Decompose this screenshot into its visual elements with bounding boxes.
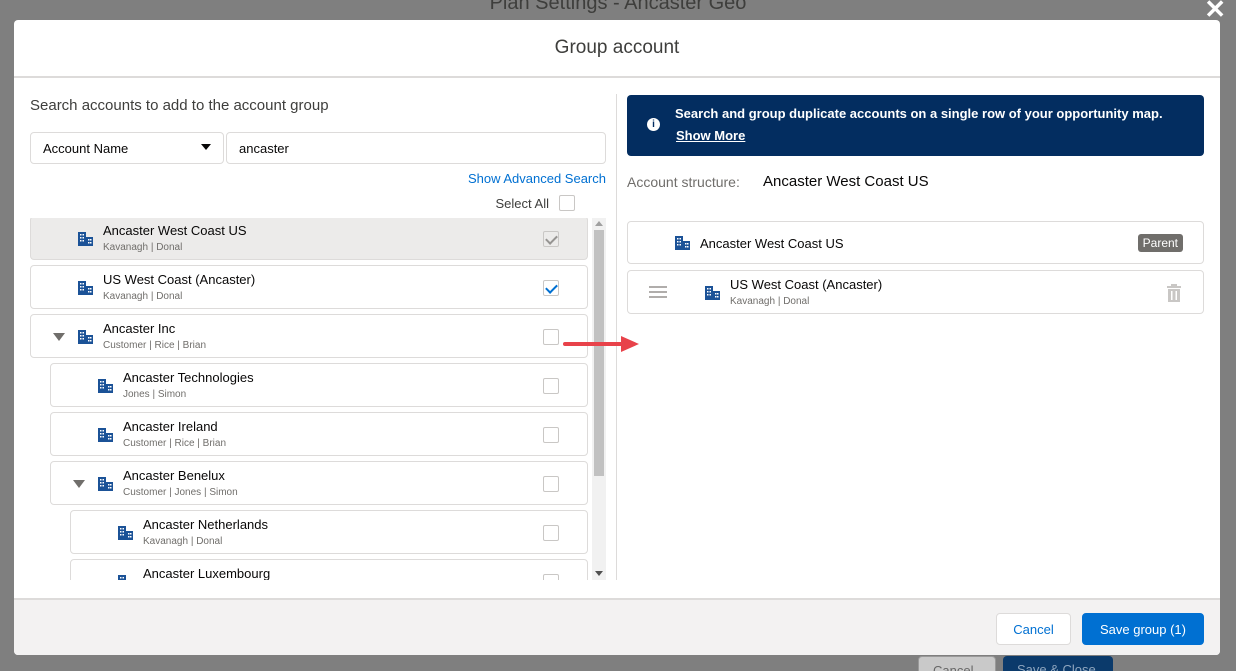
info-banner: i Search and group duplicate accounts on… xyxy=(627,95,1204,156)
account-structure-value: Ancaster West Coast US xyxy=(763,173,929,190)
account-result-row[interactable]: US West Coast (Ancaster) Kavanagh | Donal xyxy=(30,265,588,309)
scroll-up-arrow[interactable] xyxy=(595,221,603,226)
search-input[interactable] xyxy=(226,132,606,164)
parent-account-row: Ancaster West Coast US Parent xyxy=(627,221,1204,264)
parent-badge: Parent xyxy=(1137,234,1183,252)
background-cancel-button: Cancel xyxy=(918,656,996,671)
show-more-link[interactable]: Show More xyxy=(676,128,745,143)
group-panel: i Search and group duplicate accounts on… xyxy=(627,78,1204,598)
drag-handle-icon[interactable] xyxy=(649,286,667,299)
save-group-button[interactable]: Save group (1) xyxy=(1082,613,1204,645)
account-result-row[interactable]: Ancaster Ireland Customer | Rice | Brian xyxy=(50,412,588,456)
account-name: Ancaster Inc xyxy=(103,321,176,336)
child-account-owner: Kavanagh | Donal xyxy=(730,296,810,307)
account-name: Ancaster Technologies xyxy=(123,370,254,385)
account-result-row[interactable]: Ancaster Netherlands Kavanagh | Donal xyxy=(70,510,588,554)
account-name: Ancaster Ireland xyxy=(123,419,218,434)
account-result-row[interactable]: Ancaster West Coast US Kavanagh | Donal xyxy=(30,218,588,260)
building-icon xyxy=(78,330,93,344)
modal-title: Group account xyxy=(554,37,680,58)
account-result-row[interactable]: Ancaster Inc Customer | Rice | Brian xyxy=(30,314,588,358)
account-name: Ancaster Benelux xyxy=(123,468,225,483)
building-icon xyxy=(78,281,93,295)
account-result-row[interactable]: Ancaster Luxembourg xyxy=(70,559,588,580)
expand-toggle-icon[interactable] xyxy=(53,333,65,341)
search-panel-title: Search accounts to add to the account gr… xyxy=(30,97,329,114)
account-owner: Kavanagh | Donal xyxy=(103,291,183,302)
search-field-select[interactable]: Account Name xyxy=(30,132,224,164)
account-owner: Kavanagh | Donal xyxy=(103,242,183,253)
account-owner: Customer | Jones | Simon xyxy=(123,487,238,498)
group-account-modal: Group account Search accounts to add to … xyxy=(14,20,1220,655)
account-result-row[interactable]: Ancaster Benelux Customer | Jones | Simon xyxy=(50,461,588,505)
building-icon xyxy=(98,428,113,442)
info-message: Search and group duplicate accounts on a… xyxy=(675,106,1163,121)
account-name: Ancaster Netherlands xyxy=(143,517,269,532)
cancel-button[interactable]: Cancel xyxy=(996,613,1071,645)
chevron-down-icon xyxy=(201,144,211,150)
expand-toggle-icon[interactable] xyxy=(73,480,85,488)
info-icon: i xyxy=(647,118,660,131)
child-account-name: US West Coast (Ancaster) xyxy=(730,277,883,292)
account-structure-label: Account structure: xyxy=(627,174,740,190)
account-result-row[interactable]: Ancaster Technologies Jones | Simon xyxy=(50,363,588,407)
account-checkbox[interactable] xyxy=(543,476,559,492)
account-owner: Customer | Rice | Brian xyxy=(103,340,207,351)
account-owner: Customer | Rice | Brian xyxy=(123,438,227,449)
modal-footer: Cancel Save group (1) xyxy=(14,598,1220,655)
account-checkbox[interactable] xyxy=(543,525,559,541)
background-save-close-button: Save & Close xyxy=(1003,656,1113,671)
background-page-title: Plan Settings - Ancaster Geo xyxy=(489,0,747,14)
modal-header: Group account xyxy=(14,20,1220,78)
account-results-list: Ancaster West Coast US Kavanagh | Donal US… xyxy=(30,218,606,580)
trash-icon[interactable] xyxy=(1165,284,1183,302)
account-checkbox[interactable] xyxy=(543,574,559,580)
parent-account-name: Ancaster West Coast US xyxy=(700,236,844,251)
show-advanced-search-link[interactable]: Show Advanced Search xyxy=(468,171,606,186)
account-owner: Jones | Simon xyxy=(123,389,187,400)
scrollbar-thumb[interactable] xyxy=(594,230,604,476)
modal-body: Search accounts to add to the account gr… xyxy=(14,78,1220,598)
account-owner: Kavanagh | Donal xyxy=(143,536,223,547)
select-all-checkbox[interactable] xyxy=(559,195,575,211)
account-checkbox[interactable] xyxy=(543,329,559,345)
scroll-down-arrow[interactable] xyxy=(595,571,603,576)
building-icon xyxy=(118,575,126,580)
search-field-select-value: Account Name xyxy=(43,141,129,156)
building-icon xyxy=(705,286,720,300)
building-icon xyxy=(98,379,113,393)
select-all-label: Select All xyxy=(495,195,549,211)
building-icon xyxy=(98,477,113,491)
building-icon xyxy=(675,236,690,250)
account-checkbox[interactable] xyxy=(543,378,559,394)
account-name: US West Coast (Ancaster) xyxy=(103,272,256,287)
building-icon xyxy=(118,526,133,540)
search-panel: Search accounts to add to the account gr… xyxy=(30,78,606,598)
results-scrollbar[interactable] xyxy=(592,218,606,580)
account-checkbox xyxy=(543,231,559,247)
account-checkbox[interactable] xyxy=(543,280,559,296)
child-account-row[interactable]: US West Coast (Ancaster) Kavanagh | Dona… xyxy=(627,270,1204,314)
building-icon xyxy=(78,232,93,246)
account-name: Ancaster West Coast US xyxy=(103,223,247,238)
select-all[interactable]: Select All xyxy=(496,195,575,211)
account-checkbox[interactable] xyxy=(543,427,559,443)
account-name: Ancaster Luxembourg xyxy=(143,566,271,580)
